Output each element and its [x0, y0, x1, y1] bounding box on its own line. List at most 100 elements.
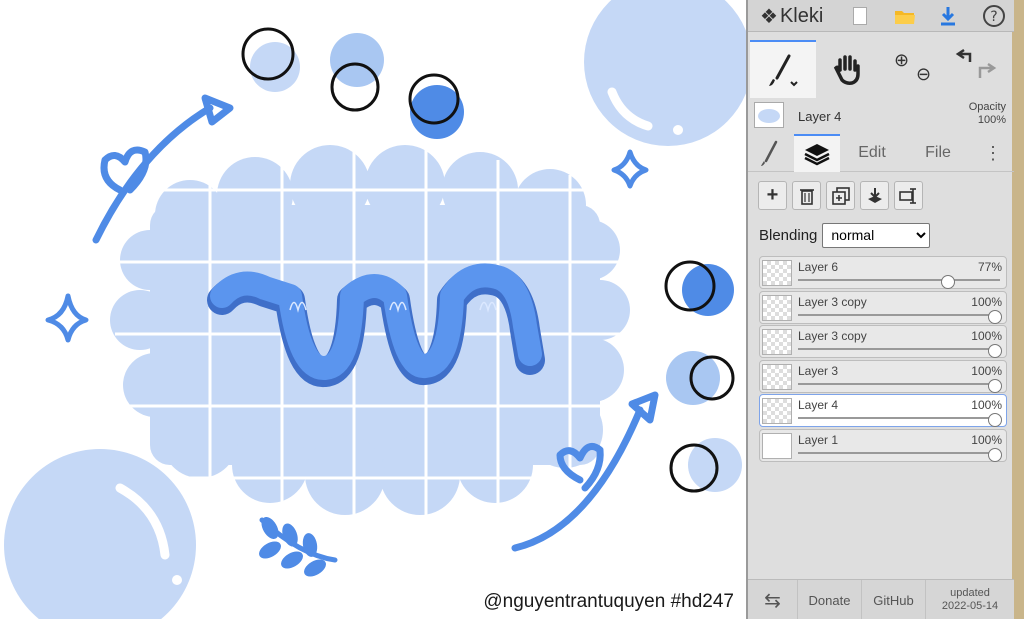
drawing-canvas[interactable]: @nguyentrantuquyen #hd247: [0, 0, 746, 619]
hand-tool[interactable]: [818, 40, 878, 98]
kleki-logo-icon: ❖: [760, 5, 778, 28]
zoom-out-icon[interactable]: ⊖: [916, 64, 931, 85]
rename-icon: [898, 187, 916, 204]
layer-opacity-value: 100%: [971, 363, 1002, 378]
delete-layer-button[interactable]: [792, 181, 821, 210]
layer-row[interactable]: Layer 4 100%: [759, 394, 1007, 428]
zoom-in-icon[interactable]: ⊕: [894, 50, 909, 71]
layer-opacity-handle[interactable]: [988, 447, 1002, 462]
duplicate-layer-button[interactable]: [826, 181, 855, 210]
bubble-highlight-dot: [673, 125, 683, 135]
updated-date: 2022-05-14: [941, 600, 999, 612]
layer-opacity-slider[interactable]: [798, 417, 1000, 420]
merge-down-button[interactable]: [860, 181, 889, 210]
layer-opacity-value: 100%: [971, 329, 1002, 344]
layer-opacity-handle[interactable]: [941, 275, 956, 289]
layer-opacity-slider[interactable]: [798, 313, 1000, 316]
leaf-sprig: [259, 517, 338, 577]
new-file-button[interactable]: [846, 3, 874, 29]
tab-file[interactable]: File: [910, 134, 966, 172]
panel-tabs: Edit File ⋮: [748, 134, 1014, 172]
layer-opacity-slider[interactable]: [798, 279, 1000, 281]
layer-name: Layer 3 copy: [798, 294, 867, 309]
cloud: [110, 145, 630, 515]
more-menu-button[interactable]: ⋮: [976, 134, 1010, 172]
opacity-label: Opacity: [968, 101, 1006, 113]
current-layer-opacity: Opacity 100%: [969, 101, 1006, 127]
kebab-menu-icon: ⋮: [984, 143, 1002, 163]
layer-opacity-value: 100%: [971, 294, 1002, 309]
layer-row[interactable]: Layer 3 copy 100%: [759, 290, 1007, 324]
layer-thumbnail: [762, 363, 792, 390]
help-icon: ?: [983, 5, 1005, 27]
updated-info: updated 2022-05-14: [926, 580, 1014, 619]
updated-label: updated: [950, 587, 990, 599]
tab-brush[interactable]: [750, 134, 792, 172]
blending-select[interactable]: normal: [822, 222, 931, 248]
layer-name: Layer 3: [798, 363, 839, 378]
circle-group-top: [241, 27, 464, 139]
layer-toolbar: +: [758, 181, 923, 211]
blending-label: Blending: [759, 226, 818, 244]
current-layer-info: Layer 4 Opacity 100%: [748, 98, 1014, 134]
add-layer-button[interactable]: +: [758, 181, 787, 210]
layer-opacity-handle[interactable]: [988, 344, 1002, 359]
layer-row[interactable]: Layer 3 100%: [759, 359, 1007, 393]
watermark-text: @nguyentrantuquyen #hd247: [483, 591, 734, 612]
download-icon: [941, 7, 955, 26]
layer-opacity-slider[interactable]: [798, 451, 1000, 454]
new-file-icon: [853, 7, 867, 25]
layer-opacity-slider[interactable]: [798, 348, 1000, 351]
open-file-button[interactable]: [891, 3, 919, 29]
donate-link[interactable]: Donate: [798, 580, 862, 619]
layer-row[interactable]: Layer 1 100%: [759, 428, 1007, 462]
layer-opacity-value: 100%: [971, 398, 1002, 413]
layers-icon: [804, 144, 830, 166]
layer-opacity-handle[interactable]: [988, 413, 1002, 428]
save-button[interactable]: [934, 3, 962, 29]
layer-thumbnail: [762, 329, 792, 356]
layer-thumbnail: [762, 294, 792, 321]
layer-thumbnail-art: [758, 109, 780, 123]
app-logo[interactable]: ❖ Kleki: [760, 3, 823, 29]
layer-list: Layer 6 77% Layer 3 copy 100% Layer 3 copy 10…: [759, 256, 1007, 464]
layer-opacity-value: 77%: [977, 260, 1002, 274]
svg-text:?: ?: [990, 9, 997, 25]
app-name: Kleki: [779, 4, 824, 27]
tab-layers[interactable]: [794, 134, 840, 172]
layer-opacity-value: 100%: [971, 432, 1002, 447]
layer-row[interactable]: Layer 3 copy 100%: [759, 325, 1007, 359]
sparkle-right: [611, 149, 649, 189]
sparkle-left: [45, 293, 89, 343]
blending-row: Blending normal: [759, 222, 931, 248]
tab-edit[interactable]: Edit: [844, 134, 900, 172]
layer-name: Layer 3 copy: [798, 329, 867, 344]
layer-row[interactable]: Layer 6 77%: [759, 256, 1007, 289]
circle-group-right: [664, 260, 742, 493]
swap-sides-button[interactable]: ⇆: [748, 580, 798, 619]
merge-down-icon: [867, 187, 882, 203]
trash-icon: [799, 188, 814, 205]
layer-name: Layer 6: [798, 260, 839, 274]
rename-layer-button[interactable]: [894, 181, 923, 210]
zoom-controls: ⊕ ⊖: [884, 40, 944, 98]
undo-redo: [950, 40, 1010, 98]
redo-icon[interactable]: [976, 62, 1016, 102]
layer-name: Layer 4: [798, 398, 839, 413]
layer-opacity-handle[interactable]: [988, 378, 1002, 393]
layer-opacity-handle[interactable]: [988, 309, 1002, 324]
current-layer-thumbnail: [754, 102, 784, 128]
github-link[interactable]: GitHub: [862, 580, 926, 619]
help-button[interactable]: ?: [980, 3, 1008, 29]
layer-opacity-slider[interactable]: [798, 382, 1000, 385]
folder-icon: [895, 11, 915, 24]
brush-icon: [769, 54, 798, 87]
hand-icon: [833, 55, 860, 85]
duplicate-icon: [831, 186, 850, 205]
top-bar: ❖ Kleki ?: [748, 0, 1014, 32]
bubble-top-right: [584, 0, 746, 146]
brush-tool[interactable]: [750, 40, 816, 98]
plus-icon: +: [766, 184, 779, 206]
current-layer-name: Layer 4: [798, 109, 842, 124]
bubble-highlight-dot: [172, 575, 182, 585]
